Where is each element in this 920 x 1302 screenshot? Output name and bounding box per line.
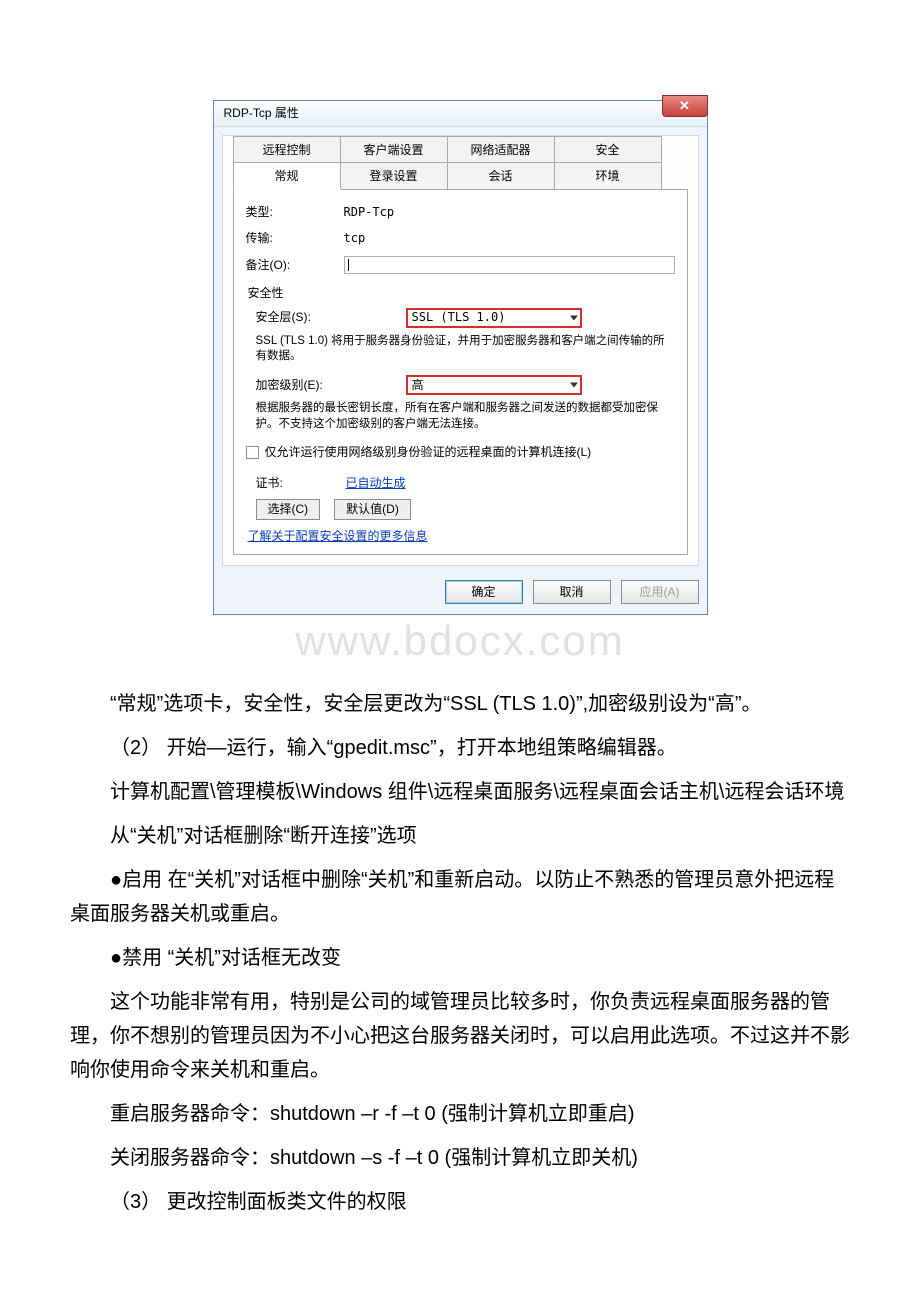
security-layer-help: SSL (TLS 1.0) 将用于服务器身份验证，并用于加密服务器和客户端之间传… [256,334,675,365]
learn-more-link[interactable]: 了解关于配置安全设置的更多信息 [248,529,428,543]
encryption-level-value: 高 [412,375,424,395]
tab-client-settings[interactable]: 客户端设置 [340,136,448,162]
tab-content-general: 类型: RDP-Tcp 传输: tcp 备注(O): 安全性 安全层(S): [233,189,688,556]
dialog-body: 远程控制 客户端设置 网络适配器 安全 常规 登录设置 会话 环境 类型: RD… [222,135,699,566]
certificate-link[interactable]: 已自动生成 [346,473,406,493]
dialog-titlebar: RDP-Tcp 属性 ✕ [214,101,707,127]
cancel-button[interactable]: 取消 [533,580,611,604]
rdp-properties-dialog: RDP-Tcp 属性 ✕ 远程控制 客户端设置 网络适配器 安全 常规 登录设置… [213,100,708,615]
security-layer-label: 安全层(S): [256,307,406,327]
transport-value: tcp [344,228,366,248]
tab-logon-settings[interactable]: 登录设置 [340,162,448,189]
apply-button[interactable]: 应用(A) [621,580,699,604]
paragraph: ●启用 在“关机”对话框中删除“关机”和重新启动。以防止不熟悉的管理员意外把远程… [70,863,850,931]
default-button[interactable]: 默认值(D) [334,499,411,520]
paragraph: （2） 开始—运行，输入“gpedit.msc”，打开本地组策略编辑器。 [70,731,850,765]
paragraph: 这个功能非常有用，特别是公司的域管理员比较多时，你负责远程桌面服务器的管理，你不… [70,985,850,1087]
nla-checkbox[interactable] [246,446,259,459]
type-value: RDP-Tcp [344,202,395,222]
chevron-down-icon [570,382,578,387]
paragraph: 重启服务器命令：shutdown –r -f –t 0 (强制计算机立即重启) [70,1097,850,1131]
chevron-down-icon [570,315,578,320]
tab-environment[interactable]: 环境 [554,162,662,189]
encryption-level-combo[interactable]: 高 [406,375,582,395]
encryption-level-label: 加密级别(E): [256,375,406,395]
tab-general[interactable]: 常规 [233,162,341,189]
comment-label: 备注(O): [246,255,344,275]
paragraph: 关闭服务器命令：shutdown –s -f –t 0 (强制计算机立即关机) [70,1141,850,1175]
type-label: 类型: [246,202,344,222]
dialog-title: RDP-Tcp 属性 [224,103,299,123]
transport-label: 传输: [246,228,344,248]
certificate-label: 证书: [256,473,346,493]
comment-input[interactable] [344,256,675,274]
ok-button[interactable]: 确定 [445,580,523,604]
close-button[interactable]: ✕ [662,95,708,117]
tab-strip: 远程控制 客户端设置 网络适配器 安全 常规 登录设置 会话 环境 类型: RD… [233,136,688,555]
paragraph: 从“关机”对话框删除“断开连接”选项 [70,819,850,853]
document-text: “常规”选项卡，安全性，安全层更改为“SSL (TLS 1.0)”,加密级别设为… [70,687,850,1219]
paragraph: “常规”选项卡，安全性，安全层更改为“SSL (TLS 1.0)”,加密级别设为… [70,687,850,721]
tab-security[interactable]: 安全 [554,136,662,162]
tab-sessions[interactable]: 会话 [447,162,555,189]
watermark-text: www.bdocx.com [70,605,850,676]
close-icon: ✕ [679,95,690,117]
encryption-level-help: 根据服务器的最长密钥长度，所有在客户端和服务器之间发送的数据都受加密保护。不支持… [256,401,675,432]
security-heading: 安全性 [248,283,675,303]
select-certificate-button[interactable]: 选择(C) [256,499,321,520]
text-cursor-icon [348,259,349,271]
paragraph: 计算机配置\管理模板\Windows 组件\远程桌面服务\远程桌面会话主机\远程… [70,775,850,809]
tab-network-adapter[interactable]: 网络适配器 [447,136,555,162]
dialog-footer: 确定 取消 应用(A) [214,574,707,614]
security-layer-value: SSL (TLS 1.0) [412,307,506,327]
nla-checkbox-label: 仅允许运行使用网络级别身份验证的远程桌面的计算机连接(L) [265,442,592,462]
paragraph: ●禁用 “关机”对话框无改变 [70,941,850,975]
tab-remote-control[interactable]: 远程控制 [233,136,341,162]
paragraph: （3） 更改控制面板类文件的权限 [70,1185,850,1219]
security-layer-combo[interactable]: SSL (TLS 1.0) [406,308,582,328]
